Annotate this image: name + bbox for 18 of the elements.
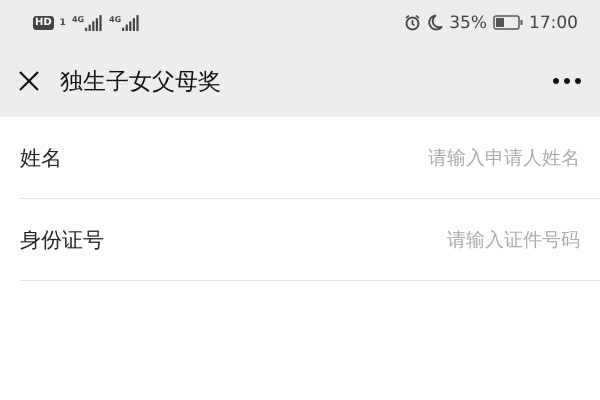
moon-icon [427,14,444,31]
close-icon[interactable] [18,70,40,92]
hd-badge: HD [33,16,54,30]
network-label: 4G [72,14,84,24]
clock-time: 17:00 [529,12,578,32]
more-icon[interactable] [552,77,582,85]
battery-icon [493,15,523,30]
input-field[interactable]: 请输入申请人姓名 [280,146,580,168]
page-title: 独生子女父母奖 [60,68,222,96]
field-label: 姓名 [20,144,62,172]
signal-icon [122,14,140,30]
signal-icon [85,14,104,30]
field-label: 身份证号 [20,226,104,254]
input-field[interactable]: 请输入证件号码 [280,228,580,250]
network-label: 4G [109,14,122,24]
alarm-icon [404,14,422,31]
battery-percent: 35% [449,12,487,32]
sim-label: 1 [60,18,66,28]
